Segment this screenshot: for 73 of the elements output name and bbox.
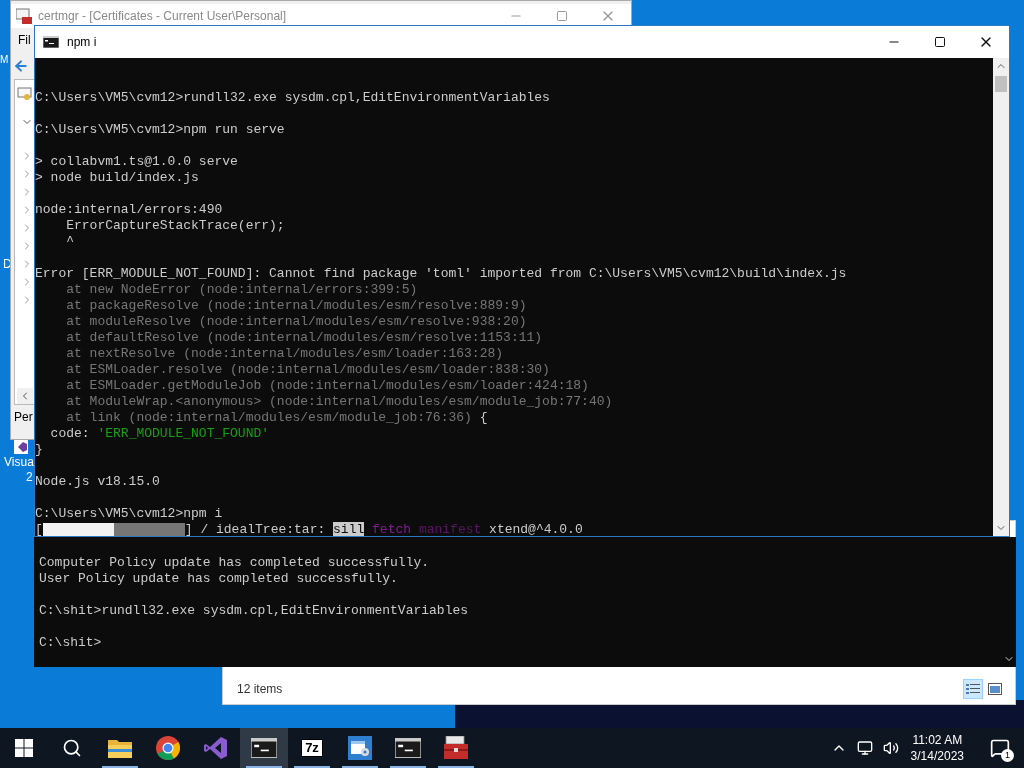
terminal-icon — [395, 738, 421, 758]
console-line: code: 'ERR_MODULE_NOT_FOUND' — [49, 426, 270, 442]
console-text: manifest — [417, 522, 482, 536]
maximize-icon — [934, 36, 946, 48]
console-line: C:\Users\VM5\cvm12>rundll32.exe sysdm.cpl,EditEnvironmentVariables — [35, 90, 550, 106]
console-line: Node.js v18.15.0 — [35, 474, 160, 490]
console-line: at ModuleWrap.<anonymous> (node:internal/modules/esm/module_job:77:40) — [65, 394, 613, 410]
console-line: at ESMLoader.resolve (node:internal/modules/esm/loader:838:30) — [65, 362, 550, 378]
taskbar-button[interactable]: 7z — [288, 728, 336, 768]
search-icon — [62, 738, 82, 758]
certificate-icon — [16, 8, 32, 24]
details-view-button[interactable] — [963, 679, 983, 699]
certificate-icon — [17, 86, 33, 102]
large-icons-view-icon — [988, 683, 1002, 695]
console-window-icon — [348, 736, 372, 760]
console-text: fetch — [371, 522, 412, 536]
window-title: npm i — [67, 34, 97, 51]
console-line: Error [ERR_MODULE_NOT_FOUND]: Cannot find package 'toml' imported from C:\Users\VM5\cvm12\build\index.js — [35, 266, 847, 282]
console-line: node:internal/errors:490 — [35, 202, 223, 218]
app-shortcut-icon — [14, 440, 28, 454]
desktop-icon-label: 2 — [26, 470, 33, 484]
status-text: Per — [14, 409, 33, 426]
running-indicator — [342, 766, 378, 768]
notification-count: 1 — [1001, 749, 1014, 762]
toolbox-icon — [443, 736, 469, 760]
windows-logo-icon — [15, 739, 33, 757]
console-line: at nextResolve (node:internal/modules/esm/loader:163:28) — [65, 346, 504, 362]
menu-item[interactable]: Fil — [18, 31, 31, 49]
console-line: at link (node:internal/modules/esm/module_job:76:36) { — [65, 410, 488, 426]
running-indicator — [390, 766, 426, 768]
console-line: ^ — [65, 234, 74, 250]
terminal-icon — [251, 738, 277, 758]
console-line: at new NodeError (node:internal/errors:399:5) — [65, 282, 418, 298]
console-line: C:\Users\VM5\cvm12>npm run serve — [35, 122, 285, 138]
console-line: C:\shit>rundll32.exe sysdm.cpl,EditEnvironmentVariables — [39, 603, 469, 619]
console-text: xtend@^4.0.0 — [488, 522, 583, 536]
scrollbar[interactable] — [993, 58, 1009, 536]
scrollbar-thumb[interactable] — [995, 76, 1007, 92]
console-line: at moduleResolve (node:internal/modules/esm/resolve:938:20) — [65, 314, 527, 330]
back-icon[interactable] — [13, 57, 29, 74]
console-line: > node build/index.js — [35, 170, 199, 186]
status-text: 12 items — [237, 681, 283, 698]
maximize-icon — [556, 10, 568, 22]
volume-icon[interactable] — [882, 740, 899, 756]
archiver-icon: 7z — [301, 739, 323, 757]
window-title: certmgr - [Certificates - Current User\Personal] — [38, 8, 287, 25]
console-line: at defaultResolve (node:internal/modules/esm/resolve:1153:11) — [65, 330, 543, 346]
desktop-icon-label: M — [0, 53, 9, 67]
taskbar-button[interactable] — [240, 728, 288, 768]
clock[interactable]: 11:02 AM 3/14/2023 — [908, 732, 966, 764]
console-line: Computer Policy update has completed successfully. — [39, 555, 430, 571]
console-line: > collabvm1.ts@1.0.0 serve — [35, 154, 238, 170]
console-text: sill — [333, 522, 365, 536]
console-text: ] / idealTree:tar: — [184, 522, 327, 536]
console-line: ErrorCaptureStackTrace(err); — [65, 218, 285, 234]
desktop-icon-label: Visua — [4, 455, 34, 469]
ribbon-icon — [204, 736, 228, 760]
console-line: at ESMLoader.getModuleJob (node:internal/modules/esm/loader:424:18) — [65, 378, 589, 394]
running-indicator — [294, 766, 330, 768]
browser-icon — [156, 736, 180, 760]
running-indicator — [246, 766, 282, 768]
network-icon[interactable] — [856, 740, 873, 756]
running-indicator — [438, 766, 474, 768]
terminal-icon — [43, 36, 59, 48]
details-view-icon — [966, 683, 980, 695]
console-line: C:\shit> — [39, 635, 102, 651]
console-line: } — [35, 442, 43, 458]
folder-icon — [108, 738, 132, 758]
console-line: User Policy update has completed successfully. — [39, 571, 398, 587]
console-line: C:\Users\VM5\cvm12>npm i — [35, 506, 223, 522]
running-indicator — [102, 766, 138, 768]
console-line: at packageResolve (node:internal/modules/esm/resolve:889:9) — [65, 298, 527, 314]
console-text: [ — [35, 522, 43, 536]
